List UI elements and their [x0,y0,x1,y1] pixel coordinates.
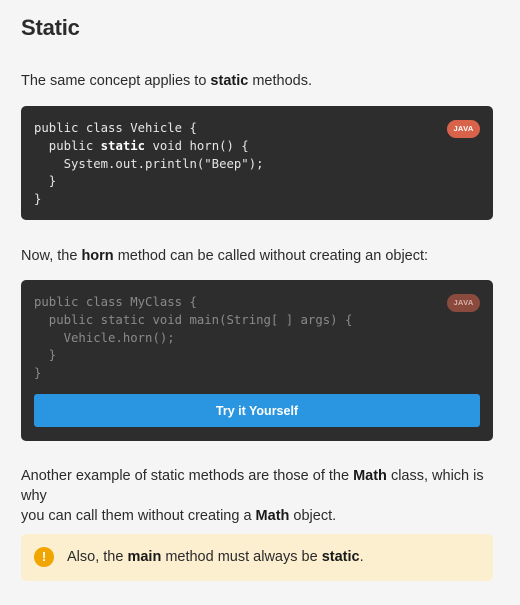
code-block-myclass: JAVA public class MyClass { public stati… [21,280,493,441]
section-title: Static [21,15,80,40]
code-line-with-keyword: public static void horn() { [34,138,249,153]
code-text: public class MyClass { public static voi… [34,295,353,381]
math-paragraph: Another example of static methods are th… [21,468,484,524]
lesson-page: Static The same concept applies to stati… [0,0,520,605]
exclamation-icon: ! [34,547,54,567]
intro-paragraph: The same concept applies to static metho… [21,73,312,89]
language-badge: JAVA [447,120,480,138]
note-text: Also, the main method must always be sta… [67,549,364,565]
static-keyword: static [100,138,146,153]
language-badge: JAVA [447,294,480,312]
horn-paragraph: Now, the horn method can be called witho… [21,248,429,264]
info-note: ! Also, the main method must always be s… [21,534,493,581]
try-it-yourself-button[interactable]: Try it Yourself [34,394,480,427]
code-block-vehicle: JAVA public class Vehicle { public stati… [21,106,493,220]
code-text: public class Vehicle { public static voi… [34,121,264,207]
